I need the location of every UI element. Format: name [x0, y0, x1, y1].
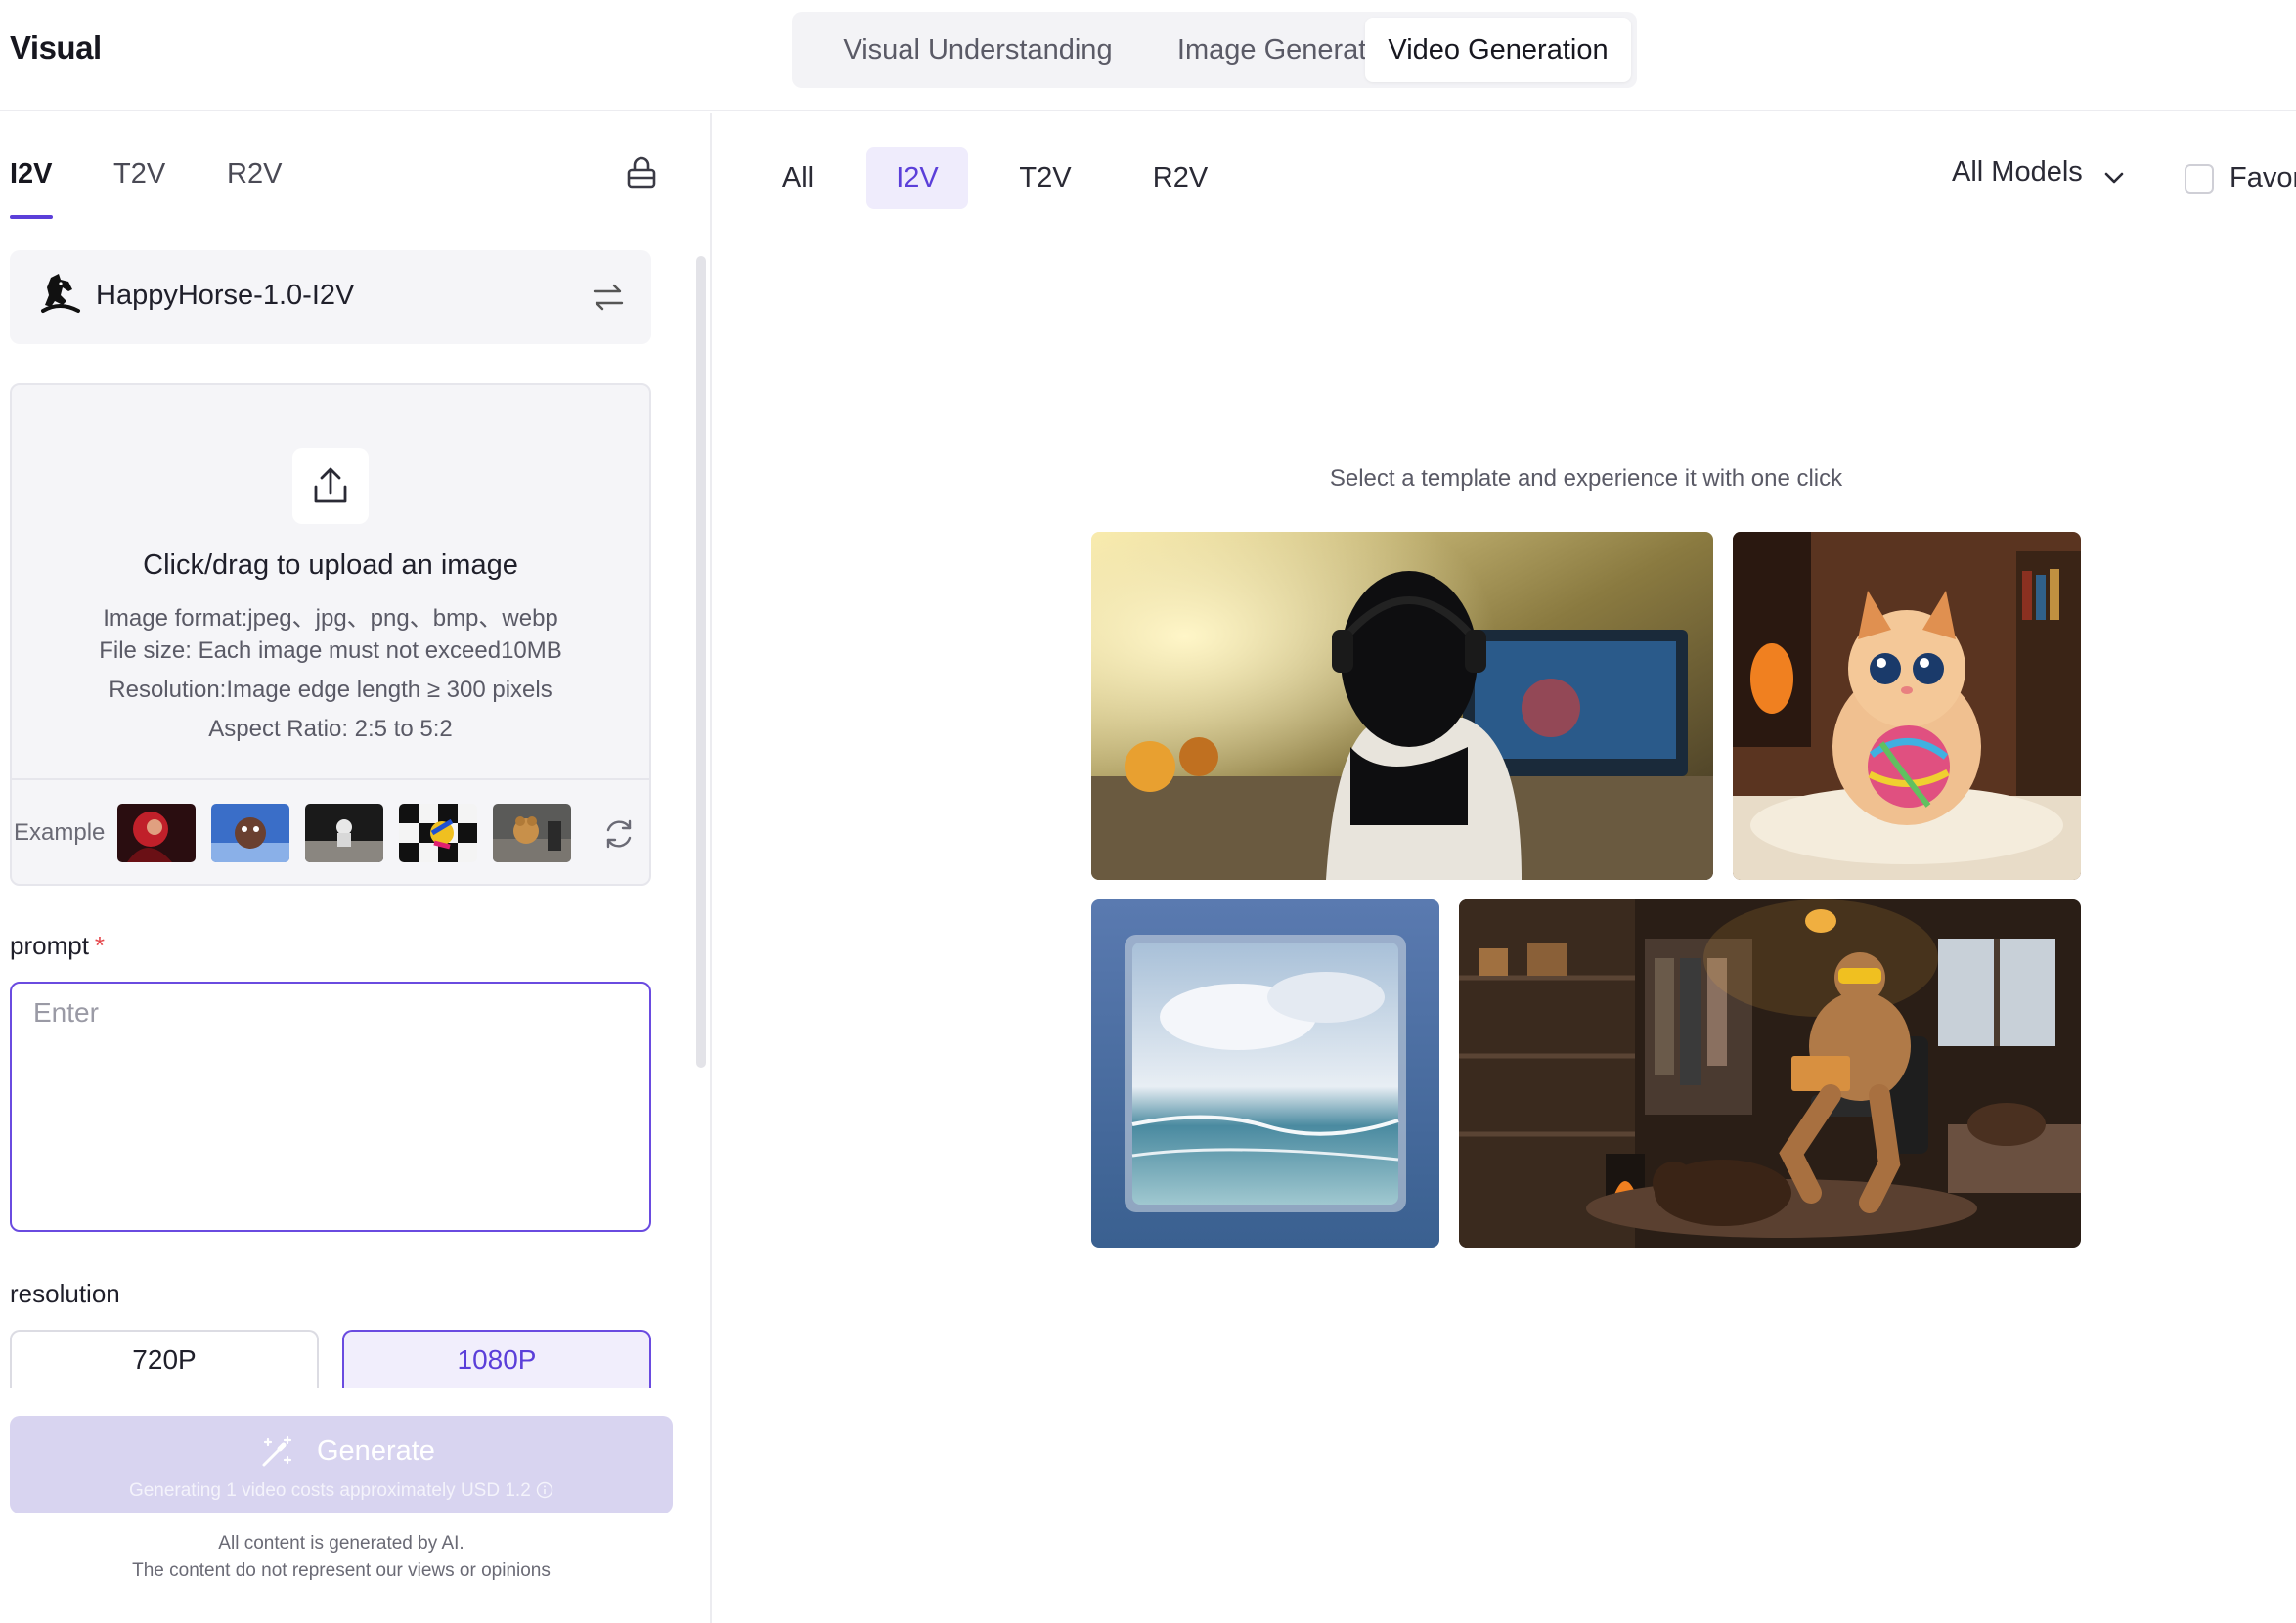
generate-cost-note: Generating 1 video costs approximately U…: [10, 1480, 673, 1502]
chevron-down-icon[interactable]: [2100, 164, 2128, 192]
model-name: HappyHorse-1.0-I2V: [96, 280, 355, 311]
tab-video-generation[interactable]: Video Generation: [1365, 18, 1631, 82]
mode-tab-i2v[interactable]: I2V: [10, 158, 53, 191]
top-tab-bar: Visual Understanding Image Generation Vi…: [792, 12, 1637, 88]
prompt-label-text: prompt: [10, 931, 89, 960]
upload-title: Click/drag to upload an image: [143, 549, 518, 581]
brand-title: Visual: [10, 29, 102, 66]
top-header: Visual Visual Understanding Image Genera…: [0, 0, 2296, 111]
prompt-input[interactable]: [10, 982, 651, 1232]
refresh-icon[interactable]: [602, 817, 636, 851]
upload-format-info: Image format:jpeg、jpg、png、bmp、webp: [103, 605, 558, 632]
upload-aspect-info: Aspect Ratio: 2:5 to 5:2: [208, 716, 453, 742]
favorites-label: Favor: [2230, 162, 2296, 194]
model-selector[interactable]: HappyHorse-1.0-I2V: [10, 250, 651, 344]
template-card-cabin[interactable]: [1459, 899, 2081, 1248]
template-hint: Select a template and experience it with…: [1329, 465, 1843, 492]
template-image: [1091, 899, 1439, 1248]
example-thumbnail[interactable]: [305, 804, 383, 862]
required-mark: *: [94, 931, 106, 960]
example-thumbnail[interactable]: [211, 804, 289, 862]
tab-visual-understanding[interactable]: Visual Understanding: [812, 18, 1144, 82]
template-image: [1459, 899, 2081, 1248]
template-card-ocean[interactable]: [1091, 899, 1439, 1248]
model-filter-dropdown[interactable]: All Models: [1952, 156, 2083, 189]
filter-tab-r2v[interactable]: R2V: [1138, 147, 1222, 209]
template-card-kitten[interactable]: [1733, 532, 2081, 880]
template-image: [1091, 532, 1713, 880]
lock-icon[interactable]: [626, 156, 657, 190]
example-thumbnail[interactable]: [493, 804, 571, 862]
favorites-checkbox[interactable]: [2185, 164, 2214, 194]
prompt-label: prompt *: [10, 931, 105, 961]
panel-scrollbar[interactable]: [696, 256, 706, 1068]
image-upload-dropzone[interactable]: Click/drag to upload an image Image form…: [10, 383, 651, 886]
upload-icon-box: [292, 448, 369, 524]
upload-size-info: File size: Each image must not exceed10M…: [99, 637, 562, 664]
left-panel: I2V T2V R2V HappyHorse-1.0-I2V Click/dra…: [0, 113, 712, 1623]
resolution-720p-button[interactable]: 720P: [10, 1330, 319, 1388]
generate-button[interactable]: Generate Generating 1 video costs approx…: [10, 1416, 673, 1513]
app-root: Visual Visual Understanding Image Genera…: [0, 0, 2296, 1623]
active-mode-indicator: [10, 215, 53, 219]
info-icon[interactable]: [536, 1481, 553, 1499]
horse-logo-icon: [41, 274, 80, 313]
magic-wand-icon: [262, 1435, 292, 1467]
filter-tab-t2v[interactable]: T2V: [1003, 147, 1087, 209]
divider: [12, 778, 649, 780]
example-thumbnail[interactable]: [117, 804, 196, 862]
template-card-headphones-girl[interactable]: [1091, 532, 1713, 880]
filter-tab-all[interactable]: All: [769, 147, 827, 209]
example-label: Example: [14, 819, 106, 846]
resolution-1080p-button[interactable]: 1080P: [342, 1330, 651, 1388]
generate-label: Generate: [317, 1435, 435, 1467]
example-thumbnail[interactable]: [399, 804, 477, 862]
filter-tab-i2v[interactable]: I2V: [866, 147, 968, 209]
footer-disclaimer-1: All content is generated by AI.: [218, 1533, 464, 1554]
upload-icon: [314, 467, 347, 503]
template-image: [1733, 532, 2081, 880]
mode-tab-r2v[interactable]: R2V: [227, 158, 282, 191]
mode-tab-t2v[interactable]: T2V: [113, 158, 165, 191]
upload-resolution-info: Resolution:Image edge length ≥ 300 pixel…: [109, 677, 552, 703]
generate-cost-text: Generating 1 video costs approximately U…: [128, 1480, 531, 1501]
footer-disclaimer-2: The content do not represent our views o…: [132, 1560, 551, 1581]
swap-icon[interactable]: [591, 280, 626, 315]
resolution-label: resolution: [10, 1279, 120, 1308]
